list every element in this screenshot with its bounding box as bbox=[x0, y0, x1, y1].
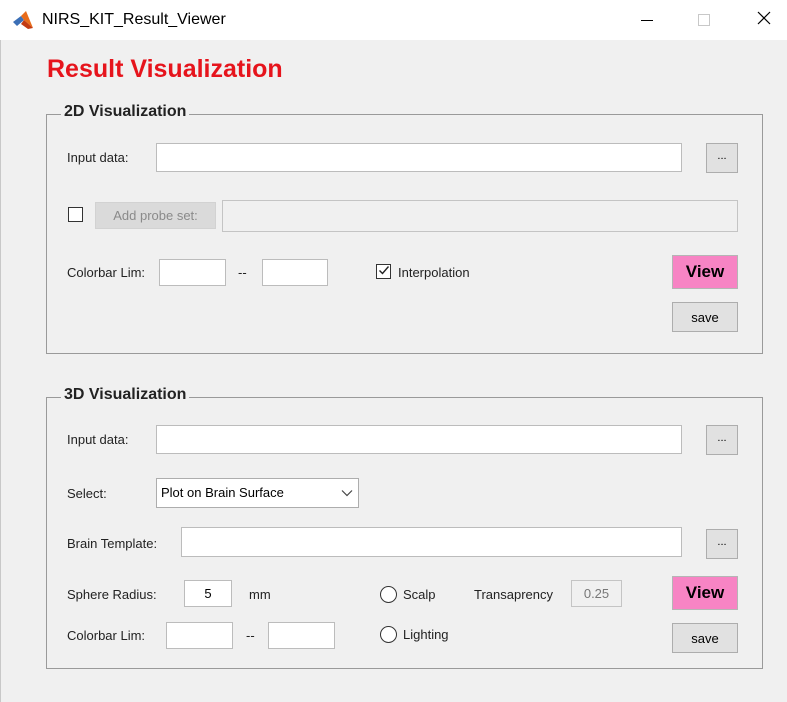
brain-template-browse-button[interactable]: ... bbox=[706, 529, 738, 559]
lighting-label: Lighting bbox=[403, 627, 449, 642]
page-title: Result Visualization bbox=[47, 55, 283, 83]
scalp-label: Scalp bbox=[403, 587, 436, 602]
maximize-icon bbox=[698, 14, 710, 26]
probe-set-field[interactable] bbox=[222, 200, 738, 232]
panel-3d-title: 3D Visualization bbox=[61, 386, 190, 404]
sphere-radius-field[interactable]: 5 bbox=[184, 580, 232, 607]
minimize-icon bbox=[641, 19, 653, 21]
colorbar-separator-2d: -- bbox=[238, 265, 247, 280]
browse-button-2d[interactable]: ... bbox=[706, 143, 738, 173]
plot-type-select-value: Plot on Brain Surface bbox=[161, 485, 284, 500]
select-label: Select: bbox=[67, 486, 107, 501]
title-bar: NIRS_KIT_Result_Viewer bbox=[0, 0, 787, 40]
colorbar-min-field-2d[interactable] bbox=[159, 259, 226, 286]
brain-template-label: Brain Template: bbox=[67, 536, 158, 551]
view-button-2d[interactable]: View bbox=[672, 255, 738, 289]
view-button-3d[interactable]: View bbox=[672, 576, 738, 610]
close-icon bbox=[757, 11, 771, 30]
add-probe-checkbox[interactable] bbox=[68, 207, 83, 222]
input-data-label-2d: Input data: bbox=[67, 150, 129, 165]
close-button[interactable] bbox=[741, 0, 787, 40]
colorbar-max-field-2d[interactable] bbox=[262, 259, 328, 286]
interpolation-label: Interpolation bbox=[398, 265, 470, 280]
result-viewer-window: NIRS_KIT_Result_Viewer Result Visualizat… bbox=[0, 0, 787, 702]
minimize-button[interactable] bbox=[624, 0, 670, 40]
checkmark-icon bbox=[378, 263, 390, 281]
maximize-button[interactable] bbox=[681, 0, 727, 40]
browse-button-3d[interactable]: ... bbox=[706, 425, 738, 455]
matlab-icon bbox=[12, 10, 34, 30]
transparency-label: Transaprency bbox=[474, 587, 553, 602]
colorbar-lim-label-3d: Colorbar Lim: bbox=[67, 628, 146, 643]
colorbar-separator-3d: -- bbox=[246, 628, 255, 643]
input-data-field-2d[interactable] bbox=[156, 143, 682, 172]
chevron-down-icon bbox=[336, 479, 358, 507]
add-probe-set-button[interactable]: Add probe set: bbox=[95, 202, 216, 229]
sphere-radius-label: Sphere Radius: bbox=[67, 587, 157, 602]
window-left-border bbox=[0, 40, 1, 702]
save-button-3d[interactable]: save bbox=[672, 623, 738, 653]
brain-template-field[interactable] bbox=[181, 527, 682, 557]
colorbar-lim-label-2d: Colorbar Lim: bbox=[67, 265, 146, 280]
interpolation-checkbox[interactable] bbox=[376, 264, 391, 279]
panel-2d-title: 2D Visualization bbox=[61, 103, 190, 121]
window-title: NIRS_KIT_Result_Viewer bbox=[42, 11, 226, 28]
input-data-field-3d[interactable] bbox=[156, 425, 682, 454]
sphere-radius-unit: mm bbox=[249, 587, 271, 602]
transparency-field[interactable]: 0.25 bbox=[571, 580, 622, 607]
colorbar-min-field-3d[interactable] bbox=[166, 622, 233, 649]
plot-type-select[interactable]: Plot on Brain Surface bbox=[156, 478, 359, 508]
scalp-radio[interactable] bbox=[380, 586, 397, 603]
lighting-radio[interactable] bbox=[380, 626, 397, 643]
input-data-label-3d: Input data: bbox=[67, 432, 129, 447]
save-button-2d[interactable]: save bbox=[672, 302, 738, 332]
colorbar-max-field-3d[interactable] bbox=[268, 622, 335, 649]
